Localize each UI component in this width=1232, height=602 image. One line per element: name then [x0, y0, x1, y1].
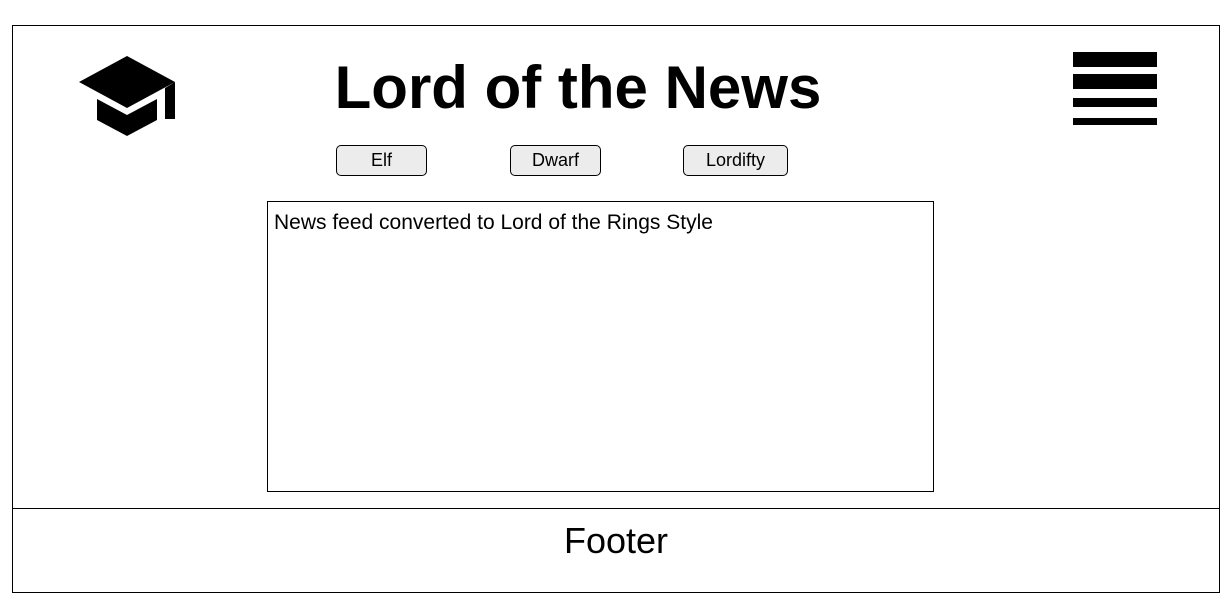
footer: Footer: [13, 508, 1219, 592]
footer-label: Footer: [563, 520, 669, 561]
news-feed-text: News feed converted to Lord of the Rings…: [274, 211, 713, 234]
news-feed-panel[interactable]: News feed converted to Lord of the Rings…: [267, 201, 934, 492]
graduation-cap-icon: [77, 54, 177, 138]
lordifty-style-button[interactable]: Lordifty: [683, 145, 788, 176]
page-title: Lord of the News: [334, 54, 822, 121]
elf-style-button[interactable]: Elf: [336, 145, 427, 176]
dwarf-style-button[interactable]: Dwarf: [510, 145, 601, 176]
page-frame: Lord of the News Elf Dwarf Lordifty News…: [12, 25, 1220, 593]
hamburger-menu-icon[interactable]: [1073, 52, 1157, 128]
